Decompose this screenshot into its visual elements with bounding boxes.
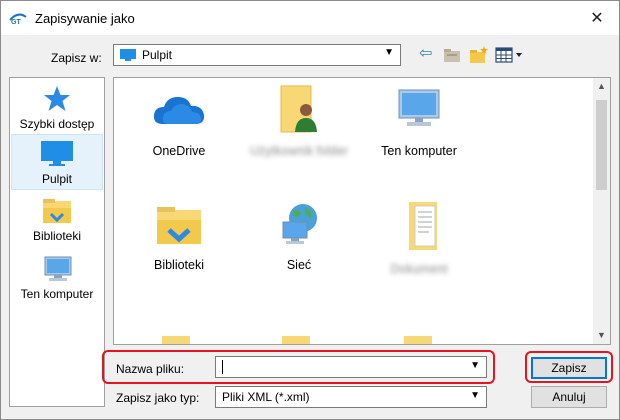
- computer-icon: [398, 89, 440, 126]
- file-label: Biblioteki: [153, 258, 205, 272]
- save-in-value: Pulpit: [142, 48, 173, 62]
- file-label: Sieć: [286, 258, 312, 272]
- filetype-dropdown[interactable]: Pliki XML (*.xml) ▼: [215, 386, 487, 408]
- place-quick-access[interactable]: Szybki dostęp: [11, 84, 103, 138]
- close-button[interactable]: ✕: [575, 1, 619, 35]
- network-icon: [282, 204, 317, 244]
- file-label: OneDrive: [152, 144, 206, 158]
- cancel-button[interactable]: Anuluj: [531, 386, 607, 408]
- title-bar: GT Zapisywanie jako ✕: [1, 1, 619, 35]
- document-folder-icon: [409, 202, 437, 250]
- computer-icon: [44, 256, 72, 281]
- file-label-redacted: Dokument: [390, 262, 448, 276]
- filetype-label: Zapisz jako typ:: [116, 391, 200, 405]
- file-item-libraries[interactable]: Biblioteki: [124, 202, 234, 302]
- place-label: Ten komputer: [20, 287, 94, 301]
- file-item-network[interactable]: Sieć: [244, 200, 354, 300]
- folder-partial-icon: [162, 336, 190, 344]
- file-item-document-folder[interactable]: Dokument: [364, 198, 474, 300]
- text-caret: [222, 360, 223, 374]
- views-menu-icon[interactable]: [495, 45, 525, 65]
- star-icon: [44, 86, 70, 111]
- place-desktop[interactable]: Pulpit: [11, 134, 103, 190]
- filetype-value: Pliki XML (*.xml): [222, 390, 310, 404]
- up-folder-icon[interactable]: [443, 45, 461, 65]
- file-item-onedrive[interactable]: OneDrive: [124, 88, 234, 178]
- file-item-this-pc[interactable]: Ten komputer: [364, 84, 474, 178]
- back-icon[interactable]: ⇦: [419, 45, 437, 65]
- scroll-up-icon[interactable]: ▲: [593, 78, 610, 95]
- close-icon: ✕: [590, 10, 604, 27]
- onedrive-icon: [153, 97, 205, 124]
- place-this-pc[interactable]: Ten komputer: [11, 254, 103, 308]
- chevron-down-icon: ▼: [384, 47, 394, 58]
- save-button[interactable]: Zapisz: [531, 357, 607, 379]
- chevron-down-icon[interactable]: ▼: [470, 360, 480, 371]
- vertical-scrollbar[interactable]: ▲ ▼: [593, 78, 610, 344]
- libraries-icon: [157, 207, 201, 244]
- places-bar: Szybki dostęp Pulpit Biblioteki Ten komp…: [9, 77, 105, 407]
- place-label: Szybki dostęp: [19, 117, 95, 131]
- place-label: Biblioteki: [32, 229, 82, 243]
- user-folder-icon: [280, 85, 317, 133]
- app-logo-icon: GT: [9, 13, 27, 25]
- place-libraries[interactable]: Biblioteki: [11, 196, 103, 248]
- file-item-user-folder[interactable]: Użytkownik folder: [244, 80, 354, 178]
- folder-partial-icon: [282, 336, 310, 344]
- svg-text:GT: GT: [11, 19, 21, 25]
- desktop-icon: [120, 49, 136, 61]
- file-list[interactable]: OneDrive Użytkownik folder Ten komputer: [113, 77, 611, 345]
- scroll-down-icon[interactable]: ▼: [593, 327, 610, 344]
- filename-input[interactable]: ▼: [215, 356, 487, 378]
- desktop-icon: [41, 141, 73, 166]
- save-in-dropdown[interactable]: Pulpit ▼: [113, 44, 401, 66]
- save-as-dialog: GT Zapisywanie jako ✕ Zapisz w: Pulpit ▼…: [0, 0, 620, 420]
- window-title: Zapisywanie jako: [35, 11, 135, 26]
- folder-partial-icon: [404, 336, 432, 344]
- libraries-icon: [43, 199, 71, 223]
- place-label: Pulpit: [41, 172, 73, 186]
- new-folder-icon[interactable]: [469, 45, 489, 65]
- save-in-label: Zapisz w:: [51, 51, 102, 65]
- file-label-redacted: Użytkownik folder: [250, 144, 348, 158]
- scrollbar-thumb[interactable]: [596, 100, 607, 190]
- filename-label: Nazwa pliku:: [116, 362, 185, 376]
- file-label: Ten komputer: [381, 144, 457, 158]
- chevron-down-icon: ▼: [470, 390, 480, 401]
